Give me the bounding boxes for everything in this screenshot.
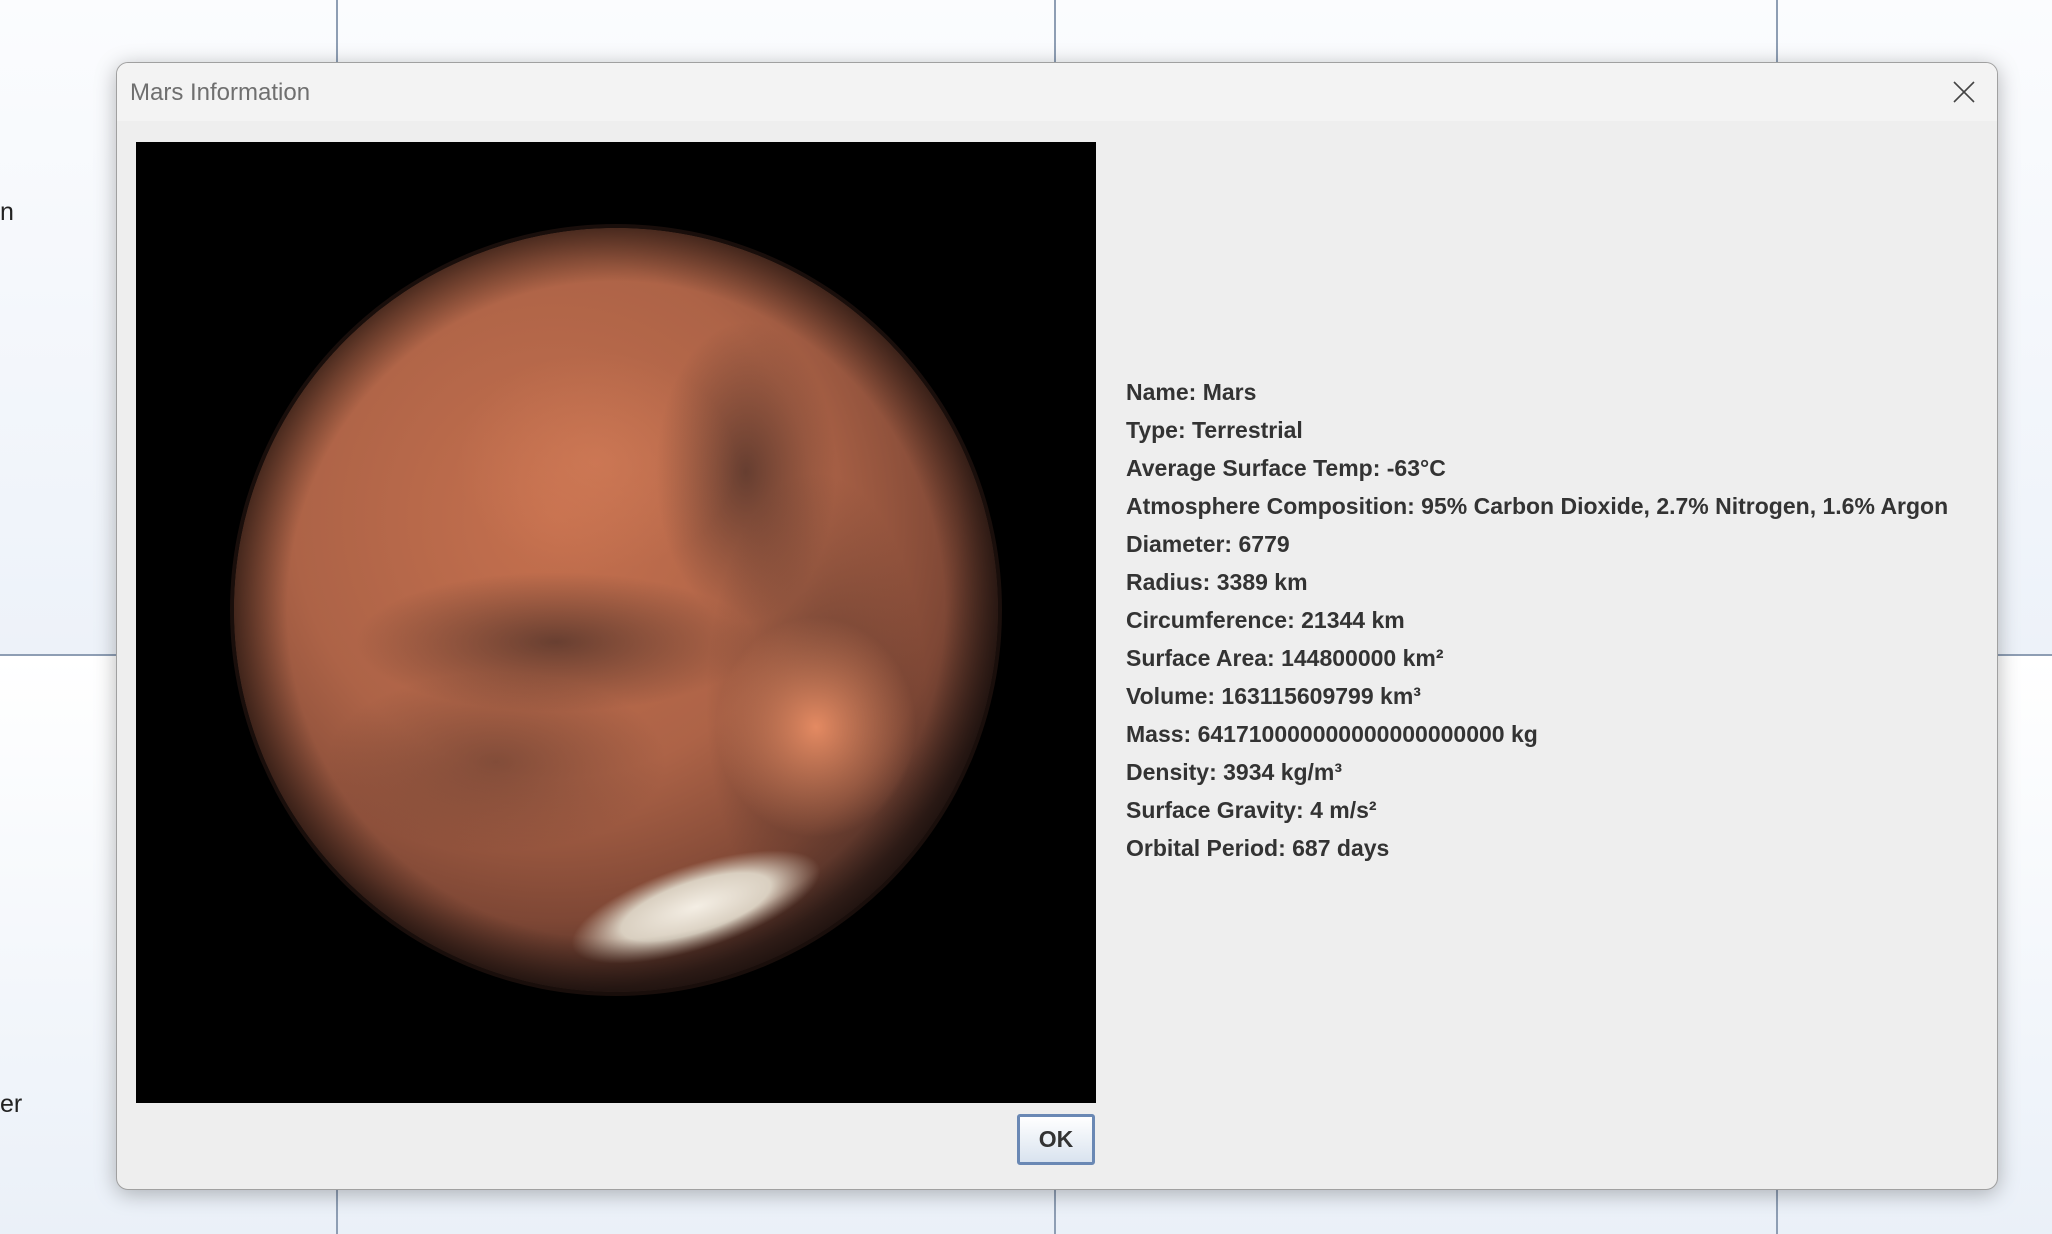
ok-button[interactable]: OK — [1017, 1114, 1095, 1165]
dialog-title: Mars Information — [130, 79, 311, 106]
mars-info-dialog: Mars Information Name: Mars Type: Terres… — [116, 62, 1998, 1190]
info-surface-temp: Average Surface Temp: -63°C — [1126, 455, 1446, 481]
mars-image-panel — [136, 142, 1096, 1103]
planet-info-list: Name: Mars Type: Terrestrial Average Sur… — [1126, 373, 1948, 867]
close-icon — [1953, 81, 1975, 103]
info-circumference: Circumference: 21344 km — [1126, 607, 1405, 633]
info-atmosphere: Atmosphere Composition: 95% Carbon Dioxi… — [1126, 493, 1949, 519]
info-density: Density: 3934 kg/m³ — [1126, 759, 1343, 785]
mars-planet-image — [136, 142, 1096, 1103]
background-label: er — [0, 1090, 23, 1118]
info-name: Name: Mars — [1126, 379, 1257, 405]
info-surface-area: Surface Area: 144800000 km² — [1126, 645, 1444, 671]
info-type: Type: Terrestrial — [1126, 417, 1303, 443]
info-radius: Radius: 3389 km — [1126, 569, 1308, 595]
info-mass: Mass: 641710000000000000000000 kg — [1126, 721, 1538, 747]
info-orbital-period: Orbital Period: 687 days — [1126, 835, 1390, 861]
info-volume: Volume: 163115609799 km³ — [1126, 683, 1421, 709]
info-diameter: Diameter: 6779 — [1126, 531, 1290, 557]
info-surface-gravity: Surface Gravity: 4 m/s² — [1126, 797, 1377, 823]
background-label: n — [0, 198, 14, 226]
dialog-titlebar[interactable]: Mars Information — [117, 63, 1997, 121]
close-button[interactable] — [1929, 63, 1997, 121]
